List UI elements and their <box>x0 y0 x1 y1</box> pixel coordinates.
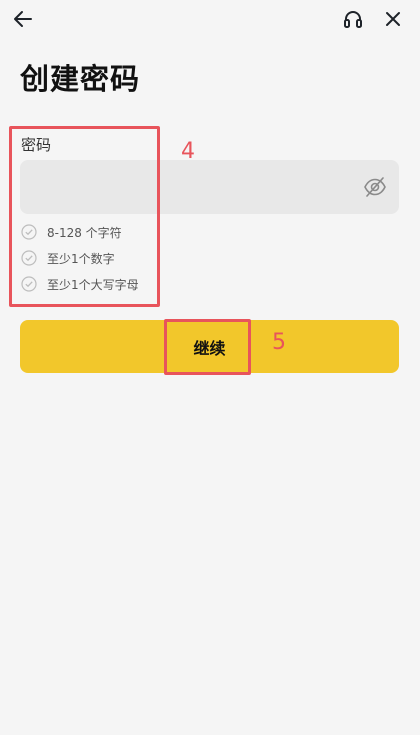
annotation-box-5 <box>164 319 251 375</box>
back-button[interactable] <box>10 6 36 32</box>
eye-off-icon[interactable] <box>363 176 387 198</box>
close-icon <box>386 12 400 26</box>
arrow-left-icon <box>14 11 32 27</box>
support-button[interactable] <box>340 6 366 32</box>
headset-icon <box>344 11 362 28</box>
top-bar <box>0 0 420 36</box>
annotation-box-4 <box>9 126 160 307</box>
annotation-label-4: 4 <box>181 139 195 164</box>
close-button[interactable] <box>380 6 406 32</box>
annotation-label-5: 5 <box>272 330 286 355</box>
page-title: 创建密码 <box>20 62 141 96</box>
